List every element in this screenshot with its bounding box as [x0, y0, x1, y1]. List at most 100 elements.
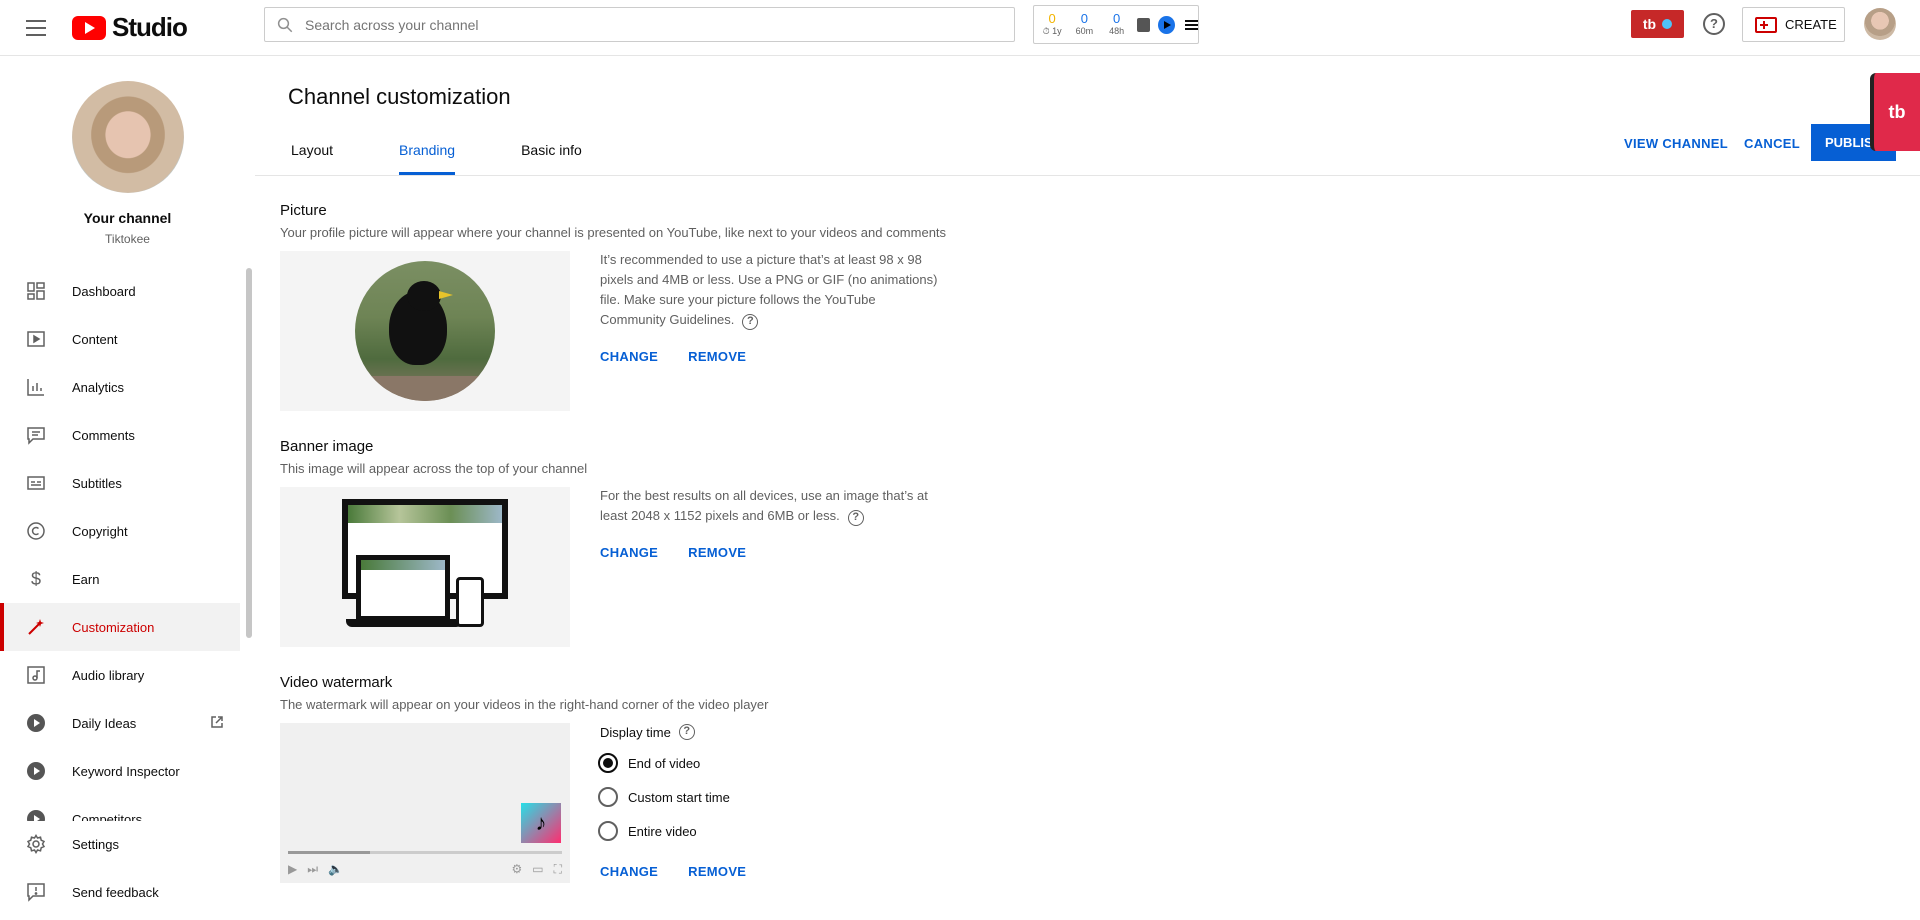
- picture-section-desc: Your profile picture will appear where y…: [280, 225, 947, 240]
- radio-button[interactable]: [598, 753, 618, 773]
- play-circle-icon[interactable]: [1157, 15, 1175, 34]
- player-progress-fill: [288, 851, 371, 854]
- tab-layout[interactable]: Layout: [255, 130, 363, 175]
- subtitles-icon: [26, 473, 46, 493]
- sidebar-item-send-feedback[interactable]: Send feedback: [0, 868, 240, 916]
- radio-label: End of video: [628, 755, 701, 771]
- tubebuddy-side-label: tb: [1888, 101, 1906, 122]
- watermark-actions: CHANGE REMOVE: [600, 864, 746, 879]
- player-controls: ▶ ⏭ 🔈 ⚙ ▭ ⛶: [288, 860, 562, 878]
- watermark-section-title: Video watermark: [280, 674, 393, 691]
- account-avatar[interactable]: [1864, 8, 1896, 40]
- video-player-mockup: ♪ ▶ ⏭ 🔈 ⚙ ▭ ⛶: [280, 723, 570, 883]
- sidebar-item-daily-ideas[interactable]: Daily Ideas: [0, 699, 240, 747]
- sidebar-scrollbar[interactable]: [246, 268, 252, 638]
- tabs-divider: [255, 175, 1920, 176]
- volume-icon: 🔈: [328, 862, 343, 876]
- create-video-icon: [1755, 16, 1777, 33]
- radio-custom-start-time[interactable]: Custom start time: [598, 787, 730, 807]
- sidebar-bottom: Settings Send feedback: [0, 820, 240, 916]
- sidebar-item-copyright[interactable]: Copyright: [0, 507, 240, 555]
- sidebar-item-comments[interactable]: Comments: [0, 411, 240, 459]
- bar-chart-icon[interactable]: [1136, 17, 1150, 32]
- banner-section-desc: This image will appear across the top of…: [280, 461, 588, 476]
- studio-logo[interactable]: Studio: [72, 12, 188, 43]
- gear-icon: [26, 834, 46, 854]
- search-bar[interactable]: [264, 7, 1015, 42]
- radio-button[interactable]: [598, 787, 618, 807]
- watermark-section-desc: The watermark will appear on your videos…: [280, 697, 769, 712]
- sidebar-item-dashboard[interactable]: Dashboard: [0, 267, 240, 315]
- profile-picture-image: [355, 261, 495, 401]
- cancel-button[interactable]: CANCEL: [1744, 136, 1800, 151]
- sidebar-item-label: Analytics: [72, 379, 125, 395]
- fullscreen-icon: ⛶: [553, 861, 562, 876]
- stat-48h: 0 48h: [1102, 10, 1130, 37]
- menu-icon[interactable]: [24, 16, 48, 40]
- dollar-icon: $: [30, 568, 41, 589]
- search-input[interactable]: [305, 16, 985, 33]
- sidebar-item-settings[interactable]: Settings: [0, 820, 240, 868]
- sidebar-item-label: Copyright: [72, 523, 128, 539]
- sidebar-item-analytics[interactable]: Analytics: [0, 363, 240, 411]
- picture-section-title: Picture: [280, 202, 327, 219]
- sidebar-item-audio-library[interactable]: Audio library: [0, 651, 240, 699]
- sidebar-item-label: Earn: [72, 571, 100, 587]
- stat-value: 0: [1048, 10, 1056, 26]
- stat-value: 0: [1080, 10, 1088, 26]
- tubebuddy-button[interactable]: tb: [1631, 10, 1684, 38]
- sidebar-item-label: Audio library: [72, 667, 145, 683]
- laptop-banner-strip: [361, 560, 445, 570]
- status-dot-icon: [1662, 19, 1673, 29]
- watermark-preview: ♪ ▶ ⏭ 🔈 ⚙ ▭ ⛶: [280, 723, 570, 883]
- channel-name: Tiktokee: [105, 232, 150, 246]
- radio-button[interactable]: [598, 821, 618, 841]
- stat-60m: 0 60m: [1070, 10, 1098, 37]
- help-icon[interactable]: ?: [1703, 13, 1725, 35]
- radio-entire-video[interactable]: Entire video: [598, 821, 697, 841]
- sidebar-item-label: Comments: [72, 427, 135, 443]
- watermark-remove-button[interactable]: REMOVE: [688, 864, 746, 879]
- banner-change-button[interactable]: CHANGE: [600, 545, 658, 560]
- extension-menu-icon[interactable]: [1184, 19, 1198, 30]
- image-rock: [355, 376, 495, 401]
- display-time-text: Display time: [600, 724, 671, 740]
- create-label: CREATE: [1785, 17, 1837, 32]
- sidebar-item-label: Keyword Inspector: [72, 763, 180, 779]
- sidebar-item-earn[interactable]: $ Earn: [0, 555, 240, 603]
- radio-label: Entire video: [628, 823, 697, 839]
- help-icon[interactable]: ?: [678, 724, 695, 740]
- external-link-icon[interactable]: [210, 715, 224, 732]
- sidebar-item-competitors[interactable]: Competitors: [0, 795, 240, 821]
- tab-basic-info[interactable]: Basic info: [485, 130, 612, 175]
- watermark-change-button[interactable]: CHANGE: [600, 864, 658, 879]
- sidebar-item-label: Daily Ideas: [72, 715, 137, 731]
- view-channel-button[interactable]: VIEW CHANNEL: [1624, 136, 1728, 151]
- image-bird-beak: [439, 291, 453, 299]
- sidebar-item-label: Send feedback: [72, 884, 159, 900]
- channel-avatar[interactable]: [72, 81, 184, 193]
- sidebar-item-subtitles[interactable]: Subtitles: [0, 459, 240, 507]
- sidebar-item-label: Dashboard: [72, 283, 136, 299]
- sidebar-item-content[interactable]: Content: [0, 315, 240, 363]
- tab-branding[interactable]: Branding: [363, 130, 485, 175]
- sidebar-item-keyword-inspector[interactable]: Keyword Inspector: [0, 747, 240, 795]
- radio-end-of-video[interactable]: End of video: [598, 753, 700, 773]
- help-icon[interactable]: ?: [847, 510, 864, 526]
- stat-value: 0: [1112, 10, 1121, 26]
- sidebar-item-customization[interactable]: Customization: [0, 603, 240, 651]
- banner-remove-button[interactable]: REMOVE: [688, 545, 746, 560]
- stat-1y: 0 ⏱ 1y: [1038, 10, 1066, 37]
- picture-change-button[interactable]: CHANGE: [600, 349, 658, 364]
- tubebuddy-side-tab[interactable]: tb: [1870, 73, 1920, 151]
- sidebar-item-label: Customization: [72, 619, 155, 635]
- stat-label: ⏱ 1y: [1042, 25, 1062, 36]
- sidebar: Your channel Tiktokee Dashboard Content …: [0, 57, 255, 920]
- extension-stats-widget: 0 ⏱ 1y 0 60m 0 48h: [1033, 5, 1199, 44]
- comments-icon: [26, 425, 46, 445]
- picture-remove-button[interactable]: REMOVE: [688, 349, 746, 364]
- create-button[interactable]: CREATE: [1742, 7, 1845, 42]
- picture-actions: CHANGE REMOVE: [600, 349, 746, 364]
- help-icon[interactable]: ?: [742, 314, 759, 330]
- banner-info-text: For the best results on all devices, use…: [600, 488, 928, 523]
